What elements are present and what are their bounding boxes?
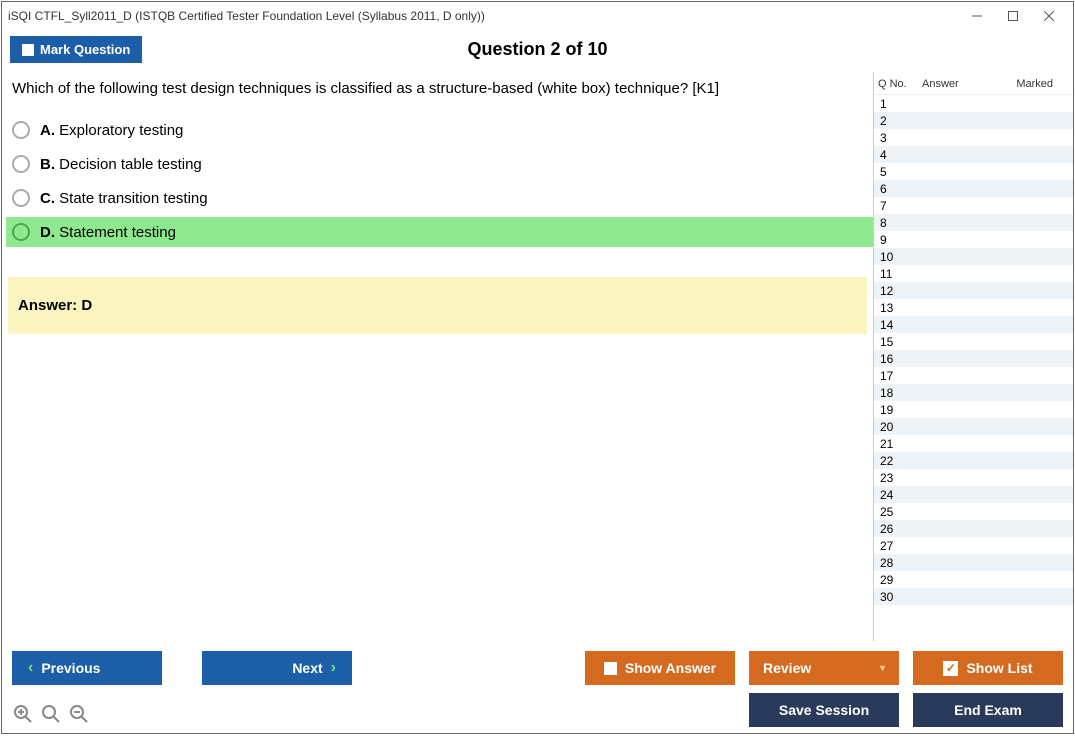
mark-question-label: Mark Question	[40, 42, 130, 57]
list-item[interactable]: 26	[874, 520, 1073, 537]
checkbox-icon	[604, 662, 617, 675]
header-answer: Answer	[922, 78, 992, 90]
header-qno: Q No.	[878, 78, 922, 90]
radio-icon	[12, 121, 30, 139]
list-item[interactable]: 8	[874, 214, 1073, 231]
list-item[interactable]: 17	[874, 367, 1073, 384]
list-item[interactable]: 24	[874, 486, 1073, 503]
list-item[interactable]: 27	[874, 537, 1073, 554]
end-exam-label: End Exam	[954, 702, 1022, 718]
review-label: Review	[763, 660, 811, 676]
zoom-controls	[12, 703, 90, 727]
list-item[interactable]: 19	[874, 401, 1073, 418]
list-item[interactable]: 5	[874, 163, 1073, 180]
list-header: Q No. Answer Marked	[874, 72, 1073, 95]
list-item[interactable]: 14	[874, 316, 1073, 333]
app-window: iSQI CTFL_Syll2011_D (ISTQB Certified Te…	[1, 1, 1074, 734]
option-label: D. Statement testing	[40, 224, 176, 241]
list-item[interactable]: 15	[874, 333, 1073, 350]
question-text: Which of the following test design techn…	[12, 80, 867, 97]
show-list-button[interactable]: ✓ Show List	[913, 651, 1063, 685]
radio-icon	[12, 155, 30, 173]
chevron-left-icon: ‹	[28, 659, 33, 677]
options-list: A. Exploratory testing B. Decision table …	[6, 115, 873, 247]
end-exam-button[interactable]: End Exam	[913, 693, 1063, 727]
checkbox-icon	[22, 44, 34, 56]
list-item[interactable]: 21	[874, 435, 1073, 452]
radio-icon	[12, 223, 30, 241]
zoom-out-icon[interactable]	[68, 703, 90, 725]
mark-question-button[interactable]: Mark Question	[10, 36, 142, 63]
option-d[interactable]: D. Statement testing	[6, 217, 873, 247]
titlebar: iSQI CTFL_Syll2011_D (ISTQB Certified Te…	[2, 2, 1073, 30]
list-item[interactable]: 1	[874, 95, 1073, 112]
list-item[interactable]: 23	[874, 469, 1073, 486]
checkbox-checked-icon: ✓	[943, 661, 958, 676]
toolbar: Mark Question Question 2 of 10	[2, 30, 1073, 71]
radio-icon	[12, 189, 30, 207]
list-item[interactable]: 30	[874, 588, 1073, 605]
list-item[interactable]: 16	[874, 350, 1073, 367]
next-label: Next	[292, 660, 322, 676]
maximize-icon[interactable]	[995, 4, 1031, 28]
window-title: iSQI CTFL_Syll2011_D (ISTQB Certified Te…	[8, 9, 959, 23]
option-a[interactable]: A. Exploratory testing	[6, 115, 873, 145]
button-row-1: ‹ Previous Next › Show Answer Review ▾ ✓…	[12, 651, 1063, 685]
question-panel: Which of the following test design techn…	[2, 72, 873, 641]
content-area: Which of the following test design techn…	[2, 71, 1073, 641]
list-item[interactable]: 9	[874, 231, 1073, 248]
show-answer-label: Show Answer	[625, 660, 716, 676]
next-button[interactable]: Next ›	[202, 651, 352, 685]
chevron-right-icon: ›	[331, 659, 336, 677]
bottom-bar: ‹ Previous Next › Show Answer Review ▾ ✓…	[2, 641, 1073, 733]
previous-button[interactable]: ‹ Previous	[12, 651, 162, 685]
window-controls	[959, 4, 1067, 28]
list-item[interactable]: 6	[874, 180, 1073, 197]
close-icon[interactable]	[1031, 4, 1067, 28]
list-item[interactable]: 20	[874, 418, 1073, 435]
list-item[interactable]: 3	[874, 129, 1073, 146]
zoom-in-icon[interactable]	[12, 703, 34, 725]
answer-box: Answer: D	[8, 277, 867, 334]
question-counter: Question 2 of 10	[2, 39, 1073, 60]
list-item[interactable]: 13	[874, 299, 1073, 316]
save-session-button[interactable]: Save Session	[749, 693, 899, 727]
list-item[interactable]: 29	[874, 571, 1073, 588]
list-item[interactable]: 4	[874, 146, 1073, 163]
option-label: B. Decision table testing	[40, 156, 202, 173]
button-row-2: Save Session End Exam	[12, 693, 1063, 727]
list-item[interactable]: 25	[874, 503, 1073, 520]
list-item[interactable]: 2	[874, 112, 1073, 129]
zoom-icon[interactable]	[40, 703, 62, 725]
list-item[interactable]: 12	[874, 282, 1073, 299]
option-b[interactable]: B. Decision table testing	[6, 149, 873, 179]
list-item[interactable]: 18	[874, 384, 1073, 401]
question-list-panel: Q No. Answer Marked 12345678910111213141…	[873, 72, 1073, 641]
show-answer-button[interactable]: Show Answer	[585, 651, 735, 685]
show-list-label: Show List	[966, 660, 1032, 676]
review-dropdown[interactable]: Review ▾	[749, 651, 899, 685]
chevron-down-icon: ▾	[880, 663, 885, 674]
list-item[interactable]: 28	[874, 554, 1073, 571]
list-item[interactable]: 11	[874, 265, 1073, 282]
option-label: C. State transition testing	[40, 190, 208, 207]
list-item[interactable]: 7	[874, 197, 1073, 214]
list-item[interactable]: 22	[874, 452, 1073, 469]
option-c[interactable]: C. State transition testing	[6, 183, 873, 213]
list-item[interactable]: 10	[874, 248, 1073, 265]
save-session-label: Save Session	[779, 702, 869, 718]
question-number-list[interactable]: 1234567891011121314151617181920212223242…	[874, 95, 1073, 641]
previous-label: Previous	[41, 660, 100, 676]
header-marked: Marked	[992, 78, 1069, 90]
minimize-icon[interactable]	[959, 4, 995, 28]
option-label: A. Exploratory testing	[40, 122, 183, 139]
